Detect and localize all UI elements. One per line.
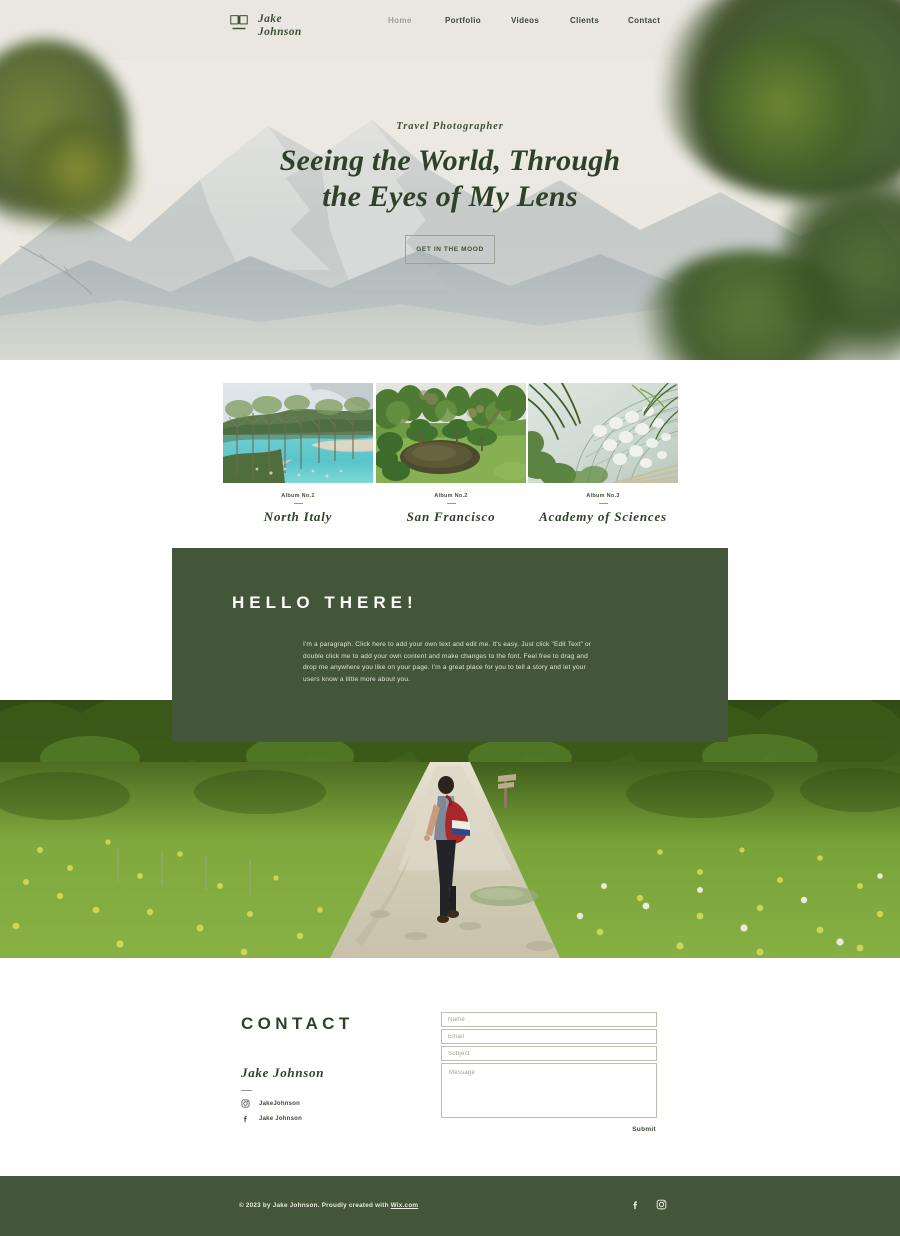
album-card[interactable]: Album No.3 Academy of Sciences bbox=[528, 383, 678, 525]
contact-form: Submit bbox=[441, 1012, 657, 1135]
contact-social-facebook[interactable]: Jake Johnson bbox=[241, 1114, 302, 1123]
nav-item-clients[interactable]: Clients bbox=[570, 16, 599, 25]
contact-section: CONTACT Jake Johnson JakeJohnson Jake Jo… bbox=[0, 958, 900, 1176]
album-title: San Francisco bbox=[406, 509, 496, 524]
submit-button[interactable]: Submit bbox=[631, 1124, 657, 1135]
logo[interactable]: Jake Johnson bbox=[228, 12, 302, 39]
contact-divider bbox=[241, 1090, 252, 1091]
nav-item-contact[interactable]: Contact bbox=[628, 16, 660, 25]
nav-item-home[interactable]: Home bbox=[388, 16, 412, 25]
facebook-icon bbox=[243, 1115, 247, 1123]
intro-section: HELLO THERE! I'm a paragraph. Click here… bbox=[172, 548, 728, 742]
hero-title-line-1: Seeing the World, Through bbox=[279, 144, 621, 177]
footer-copyright: © 2023 by Jake Johnson. Proudly created … bbox=[239, 1202, 418, 1209]
nav-item-portfolio[interactable]: Portfolio bbox=[445, 16, 481, 25]
hero-kicker: Travel Photographer bbox=[396, 121, 504, 132]
album-photo-san-francisco[interactable] bbox=[376, 383, 526, 483]
contact-heading: CONTACT bbox=[241, 1014, 354, 1033]
footer-social-links bbox=[630, 1199, 667, 1210]
album-caption: Album No.3 bbox=[586, 493, 620, 499]
site-footer: © 2023 by Jake Johnson. Proudly created … bbox=[0, 1176, 900, 1236]
logo-line-1: Jake bbox=[258, 13, 282, 25]
subject-input[interactable] bbox=[441, 1046, 657, 1061]
wix-link[interactable]: Wix.com bbox=[391, 1202, 419, 1209]
facebook-icon bbox=[633, 1201, 637, 1210]
intro-heading: HELLO THERE! bbox=[232, 593, 418, 612]
page-root: Jake Johnson Home Portfolio Videos Clien… bbox=[0, 0, 900, 1236]
instagram-icon bbox=[241, 1099, 250, 1108]
contact-name: Jake Johnson bbox=[241, 1065, 325, 1080]
album-caption: Album No.1 bbox=[281, 493, 315, 499]
get-in-the-mood-button[interactable]: GET IN THE MOOD bbox=[405, 235, 495, 264]
album-card[interactable]: Album No.1 North Italy bbox=[223, 383, 373, 525]
hero-section: Jake Johnson Home Portfolio Videos Clien… bbox=[0, 0, 900, 360]
nav-item-videos[interactable]: Videos bbox=[511, 16, 539, 25]
album-caption: Album No.2 bbox=[434, 493, 468, 499]
logo-text: Jake Johnson bbox=[258, 13, 302, 38]
logo-line-2: Johnson bbox=[258, 25, 302, 38]
footer-copyright-text: © 2023 by Jake Johnson. Proudly created … bbox=[239, 1202, 391, 1209]
hero-content: Travel Photographer Seeing the World, Th… bbox=[0, 0, 900, 360]
open-book-icon bbox=[228, 12, 250, 39]
album-divider bbox=[446, 503, 456, 504]
footer-instagram-link[interactable] bbox=[656, 1199, 667, 1210]
album-card[interactable]: Album No.2 San Francisco bbox=[376, 383, 526, 525]
footer-facebook-link[interactable] bbox=[630, 1199, 641, 1210]
instagram-icon bbox=[656, 1199, 667, 1210]
site-header: Jake Johnson Home Portfolio Videos Clien… bbox=[0, 0, 900, 52]
hero-title-line-2: the Eyes of My Lens bbox=[322, 180, 578, 213]
album-photo-north-italy[interactable] bbox=[223, 383, 373, 483]
message-textarea[interactable] bbox=[441, 1063, 657, 1118]
album-photo-academy-of-sciences[interactable] bbox=[528, 383, 678, 483]
name-input[interactable] bbox=[441, 1012, 657, 1027]
album-title: North Italy bbox=[263, 509, 333, 524]
email-input[interactable] bbox=[441, 1029, 657, 1044]
album-title: Academy of Sciences bbox=[539, 509, 667, 524]
facebook-handle: Jake Johnson bbox=[259, 1115, 303, 1122]
album-divider bbox=[293, 503, 303, 504]
instagram-handle: JakeJohnson bbox=[259, 1100, 301, 1107]
album-divider bbox=[598, 503, 608, 504]
hero-title: Seeing the World, Through the Eyes of My… bbox=[280, 143, 621, 215]
intro-paragraph: I'm a paragraph. Click here to add your … bbox=[303, 641, 592, 683]
contact-social-instagram[interactable]: JakeJohnson bbox=[241, 1099, 300, 1108]
